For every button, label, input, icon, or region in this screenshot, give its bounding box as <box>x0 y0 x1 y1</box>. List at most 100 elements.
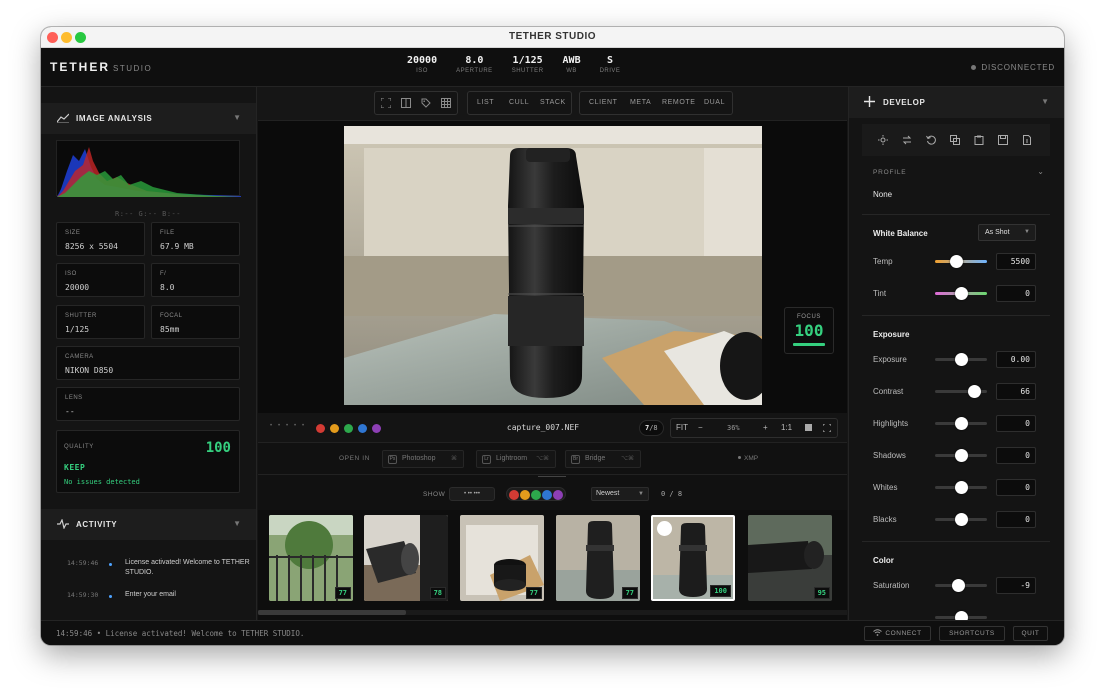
highlights-value[interactable]: 0 <box>996 415 1036 432</box>
expand-icon[interactable] <box>381 98 391 108</box>
rating-star-icon[interactable]: • <box>270 423 272 429</box>
client-button[interactable]: CLIENT <box>589 99 618 106</box>
rating-star-icon[interactable]: • <box>286 423 288 429</box>
tint-slider[interactable] <box>935 287 987 300</box>
dual-button[interactable]: DUAL <box>704 99 725 106</box>
filter-purple-dot[interactable] <box>553 490 563 500</box>
slider-knob[interactable] <box>954 513 968 526</box>
filmstrip-thumb[interactable]: 95 <box>748 515 832 601</box>
slider-knob[interactable] <box>954 353 968 366</box>
filmstrip-thumb[interactable]: 77 <box>556 515 640 601</box>
color-label-red[interactable] <box>316 424 325 433</box>
scrollbar-thumb[interactable] <box>258 610 406 615</box>
zoom-fit-button[interactable]: FIT <box>676 423 688 432</box>
open-bridge-button[interactable]: Br Bridge ⌥⌘ <box>565 450 641 468</box>
filter-blue-dot[interactable] <box>542 490 552 500</box>
exposure-slider[interactable] <box>935 353 987 366</box>
contrast-value[interactable]: 66 <box>996 383 1036 400</box>
split-view-icon[interactable] <box>401 98 411 108</box>
open-photoshop-button[interactable]: Ps Photoshop ⌘ <box>382 450 464 468</box>
grid-icon[interactable] <box>441 98 451 108</box>
vibrance-slider[interactable] <box>935 611 987 620</box>
sort-select[interactable]: Newest ▼ <box>591 487 649 501</box>
connect-button[interactable]: CONNECT <box>864 626 931 641</box>
rating-star-icon[interactable]: • <box>302 423 304 429</box>
filmstrip-thumb[interactable]: 77 <box>460 515 544 601</box>
chevron-down-icon[interactable]: ⌄ <box>1037 167 1044 176</box>
color-filter[interactable] <box>506 487 566 501</box>
contrast-slider[interactable] <box>935 385 987 398</box>
image-viewer[interactable]: FOCUS 100 <box>258 121 847 413</box>
zoom-one-to-one-button[interactable]: 1:1 <box>781 423 792 432</box>
view-list-button[interactable]: LIST <box>477 99 494 106</box>
color-label-green[interactable] <box>344 424 353 433</box>
whites-value[interactable]: 0 <box>996 479 1036 496</box>
filter-red-dot[interactable] <box>509 490 519 500</box>
exposure-value[interactable]: 0.00 <box>996 351 1036 368</box>
profile-value[interactable]: None <box>873 190 892 199</box>
tint-value[interactable]: 0 <box>996 285 1036 302</box>
whites-slider[interactable] <box>935 481 987 494</box>
fullscreen-icon[interactable] <box>823 424 831 432</box>
rating-star-icon[interactable]: • <box>294 423 296 429</box>
main-photo[interactable] <box>344 126 762 405</box>
star-filter[interactable]: • •• ••• <box>449 487 495 501</box>
filter-green-dot[interactable] <box>531 490 541 500</box>
compare-square-icon[interactable] <box>805 424 812 431</box>
filmstrip-thumb-selected[interactable]: 100 <box>651 515 735 601</box>
color-label-blue[interactable] <box>358 424 367 433</box>
filmstrip-thumb[interactable]: 77 <box>269 515 353 601</box>
blacks-value[interactable]: 0 <box>996 511 1036 528</box>
filmstrip-scrollbar[interactable] <box>258 610 847 615</box>
shortcuts-button[interactable]: SHORTCUTS <box>939 626 1005 641</box>
color-label-purple[interactable] <box>372 424 381 433</box>
remote-button[interactable]: REMOTE <box>662 99 696 106</box>
activity-header[interactable]: ACTIVITY ▼ <box>41 509 256 540</box>
paste-icon[interactable] <box>974 135 984 145</box>
copy-icon[interactable] <box>950 135 960 145</box>
develop-header[interactable]: DEVELOP ▼ <box>849 87 1064 118</box>
shadows-value[interactable]: 0 <box>996 447 1036 464</box>
xmp-toggle[interactable]: XMP <box>738 455 758 462</box>
temp-value[interactable]: 5500 <box>996 253 1036 270</box>
resize-handle[interactable] <box>538 476 566 477</box>
zoom-out-button[interactable]: − <box>698 423 703 432</box>
saturation-value[interactable]: -9 <box>996 577 1036 594</box>
color-label-yellow[interactable] <box>330 424 339 433</box>
saturation-slider[interactable] <box>935 579 987 592</box>
save-icon[interactable] <box>998 135 1008 145</box>
slider-knob[interactable] <box>954 287 968 300</box>
filmstrip-thumb[interactable]: 78 <box>364 515 448 601</box>
activity-pulse-icon <box>57 519 69 529</box>
slider-knob[interactable] <box>954 417 968 430</box>
size-cell: SIZE 8256 x 5504 <box>56 222 145 256</box>
blacks-slider[interactable] <box>935 513 987 526</box>
slider-knob[interactable] <box>952 579 966 592</box>
export-file-icon[interactable] <box>1022 135 1032 145</box>
image-analysis-header[interactable]: IMAGE ANALYSIS ▼ <box>41 103 256 134</box>
highlights-slider[interactable] <box>935 417 987 430</box>
brand-subtitle: STUDIO <box>113 64 153 73</box>
view-cull-button[interactable]: CULL <box>509 99 529 106</box>
slider-knob[interactable] <box>950 255 964 268</box>
auto-sun-icon[interactable] <box>878 135 888 145</box>
slider-knob[interactable] <box>955 611 968 620</box>
shadows-slider[interactable] <box>935 449 987 462</box>
tag-icon[interactable] <box>421 98 431 108</box>
quit-button[interactable]: QUIT <box>1013 626 1048 641</box>
slider-knob[interactable] <box>954 481 968 494</box>
zoom-in-button[interactable]: + <box>763 423 768 432</box>
sync-icon[interactable] <box>902 135 912 145</box>
temp-slider[interactable] <box>935 255 987 268</box>
slider-knob[interactable] <box>967 385 981 398</box>
white-balance-select[interactable]: As Shot ▼ <box>978 224 1036 241</box>
selected-check-icon[interactable] <box>657 521 672 536</box>
view-stack-button[interactable]: STACK <box>540 99 566 106</box>
filter-yellow-dot[interactable] <box>520 490 530 500</box>
temp-label: Temp <box>873 257 893 266</box>
slider-knob[interactable] <box>954 449 968 462</box>
reset-icon[interactable] <box>926 135 936 145</box>
rating-star-icon[interactable]: • <box>278 423 280 429</box>
open-lightroom-button[interactable]: Lr Lightroom ⌥⌘ <box>476 450 556 468</box>
meta-button[interactable]: META <box>630 99 651 106</box>
